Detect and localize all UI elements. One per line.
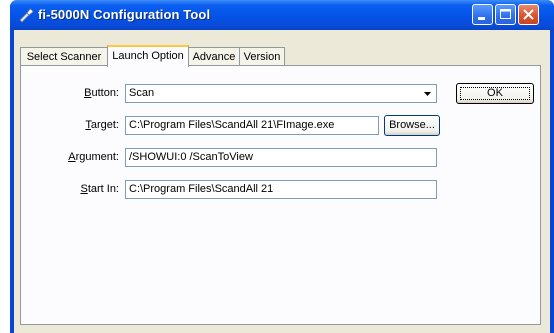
button-label: Button:	[84, 87, 119, 99]
button-select[interactable]: Scan	[125, 84, 437, 103]
chevron-down-icon[interactable]	[420, 86, 435, 101]
focus-rect	[460, 87, 530, 100]
tab-advance[interactable]: Advance	[188, 47, 240, 66]
window-title: fi-5000N Configuration Tool	[38, 7, 211, 22]
maximize-icon	[500, 9, 511, 19]
argument-field[interactable]: /SHOWUI:0 /ScanToView	[125, 148, 437, 167]
tab-select-scanner[interactable]: Select Scanner	[20, 47, 108, 66]
app-wrench-icon	[19, 8, 34, 23]
launch-option-panel: Button: Scan Target: C:\Program Files\Sc…	[20, 65, 541, 325]
window-client-area: Select Scanner Launch Option Advance Ver…	[14, 30, 550, 333]
button-select-value: Scan	[129, 87, 155, 99]
tab-launch-option[interactable]: Launch Option	[107, 45, 189, 67]
config-tool-window: fi-5000N Configuration Tool Select Scann…	[10, 0, 554, 333]
ok-button[interactable]: OK	[456, 83, 534, 104]
title-bar[interactable]: fi-5000N Configuration Tool	[10, 0, 554, 30]
close-icon	[523, 9, 534, 20]
target-label: Target:	[85, 119, 119, 131]
argument-label: Argument:	[68, 151, 119, 163]
close-button[interactable]	[518, 4, 539, 25]
maximize-button[interactable]	[495, 4, 516, 25]
minimize-button[interactable]	[472, 4, 493, 25]
tab-version[interactable]: Version	[239, 47, 285, 66]
target-field[interactable]: C:\Program Files\ScandAll 21\FImage.exe	[125, 116, 379, 135]
minimize-icon	[478, 17, 485, 20]
start-in-label: Start In:	[80, 183, 119, 195]
tab-strip: Select Scanner Launch Option Advance Ver…	[20, 45, 540, 67]
browse-button[interactable]: Browse...	[384, 115, 440, 136]
start-in-field[interactable]: C:\Program Files\ScandAll 21	[125, 180, 437, 199]
